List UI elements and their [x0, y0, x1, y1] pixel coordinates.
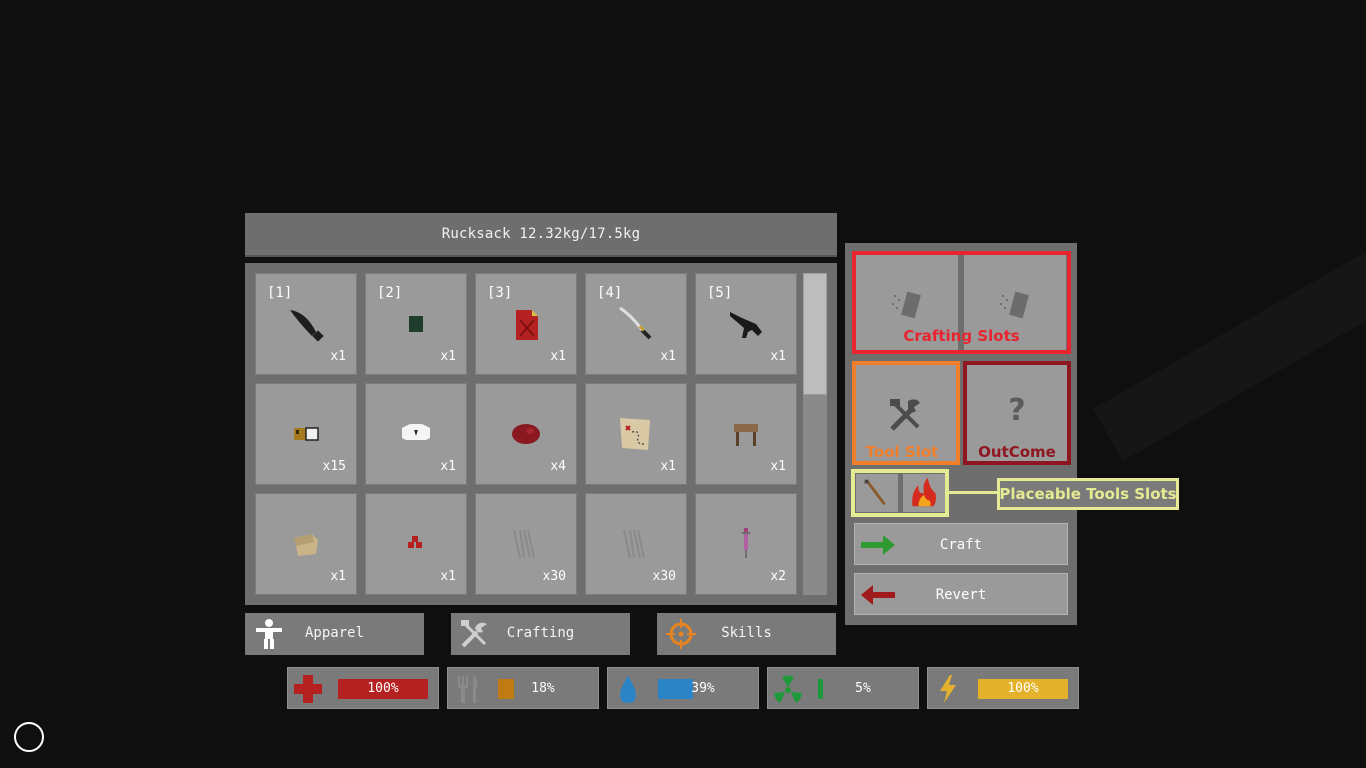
health-value: 100%: [367, 681, 399, 696]
radiation-icon: [774, 675, 802, 703]
rifle-icon: [730, 312, 762, 338]
lightning-icon: [940, 675, 956, 703]
inventory-slot[interactable]: x4: [475, 383, 577, 485]
inventory-slot[interactable]: x1: [695, 383, 797, 485]
tab-skills[interactable]: Skills: [657, 613, 836, 655]
stat-health: 100%: [287, 667, 439, 709]
tab-apparel[interactable]: Apparel: [245, 613, 424, 655]
inventory-slot[interactable]: x30: [475, 493, 577, 595]
cursor-circle-icon: [14, 722, 44, 752]
tool-slot-annotation: Tool Slot: [865, 443, 939, 461]
craft-label: Craft: [939, 537, 983, 553]
slot-quantity: x15: [322, 459, 346, 474]
inventory-slot[interactable]: [1] x1: [255, 273, 357, 375]
sticks-icon: [623, 529, 645, 559]
slot-quantity: x1: [330, 349, 346, 364]
ammo-box-icon: [294, 427, 319, 441]
stat-radiation: 5%: [767, 667, 919, 709]
placeable-annotation: Placeable Tools Slots: [999, 485, 1177, 503]
machete-icon: [290, 310, 324, 342]
cloth-scrap-icon: [294, 534, 318, 556]
slot-quantity: x1: [440, 349, 456, 364]
slot-hotkey: [5]: [707, 285, 733, 301]
slot-quantity: x2: [770, 569, 786, 584]
katana-icon: [619, 306, 652, 340]
inventory-slot[interactable]: x1: [365, 383, 467, 485]
inventory-slot[interactable]: [4] x1: [585, 273, 687, 375]
slot-quantity: x1: [660, 459, 676, 474]
tab-skills-label: Skills: [721, 625, 772, 641]
inventory-slot[interactable]: [3] x1: [475, 273, 577, 375]
slot-quantity: x1: [660, 349, 676, 364]
scrollbar-thumb[interactable]: [803, 273, 827, 395]
radiation-value: 5%: [855, 681, 871, 696]
fork-knife-icon: [458, 676, 478, 703]
outcome-annotation: OutCome: [978, 443, 1056, 461]
slot-quantity: x30: [542, 569, 566, 584]
treasure-map-icon: [620, 418, 650, 450]
inventory-slot[interactable]: x1: [255, 493, 357, 595]
slot-quantity: x1: [770, 349, 786, 364]
inventory-title: Rucksack 12.32kg/17.5kg: [441, 226, 641, 242]
tab-crafting[interactable]: Crafting: [451, 613, 630, 655]
background-shadow: [1093, 199, 1366, 461]
inventory-slot[interactable]: x1: [365, 493, 467, 595]
red-map-icon: [516, 310, 538, 340]
crafting-slots-annotation: Crafting Slots: [903, 327, 1020, 345]
revert-label: Revert: [935, 587, 987, 603]
inventory-title-bar: Rucksack 12.32kg/17.5kg: [245, 213, 837, 257]
inventory-slot[interactable]: [5] x1: [695, 273, 797, 375]
slot-hotkey: [4]: [597, 285, 623, 301]
stat-energy: 100%: [927, 667, 1079, 709]
health-cross-icon: [294, 675, 322, 703]
slot-quantity: x30: [652, 569, 676, 584]
syringe-icon: [742, 528, 750, 558]
tab-crafting-label: Crafting: [506, 625, 575, 641]
wooden-stool-icon: [734, 424, 758, 446]
placeable-slots-highlight: [851, 469, 949, 517]
slot-hotkey: [3]: [487, 285, 513, 301]
inventory-slot[interactable]: x2: [695, 493, 797, 595]
slot-quantity: x1: [440, 569, 456, 584]
water-value: 39%: [691, 681, 715, 696]
slot-quantity: x1: [550, 349, 566, 364]
slot-quantity: x1: [330, 569, 346, 584]
inventory-slot[interactable]: x1: [585, 383, 687, 485]
slot-quantity: x1: [770, 459, 786, 474]
stat-water: 39%: [607, 667, 759, 709]
slot-hotkey: [1]: [267, 285, 293, 301]
tab-apparel-label: Apparel: [304, 625, 364, 641]
craft-button[interactable]: Craft: [854, 523, 1068, 565]
revert-button[interactable]: Revert: [854, 573, 1068, 615]
slot-quantity: x4: [550, 459, 566, 474]
raw-meat-icon: [512, 424, 540, 444]
inventory-slot[interactable]: [2] x1: [365, 273, 467, 375]
red-berries-icon: [408, 536, 422, 548]
white-shirt-icon: [402, 424, 430, 440]
water-drop-icon: [620, 676, 636, 703]
inventory-scrollbar[interactable]: [803, 273, 827, 595]
food-value: 18%: [531, 681, 555, 696]
slot-quantity: x1: [440, 459, 456, 474]
inventory-slot[interactable]: x30: [585, 493, 687, 595]
inventory-slot[interactable]: x15: [255, 383, 357, 485]
sticks-icon: [513, 529, 535, 559]
slot-hotkey: [2]: [377, 285, 403, 301]
placeable-annotation-line: [949, 491, 997, 494]
stat-food: 18%: [447, 667, 599, 709]
energy-value: 100%: [1007, 681, 1039, 696]
dark-green-box-icon: [409, 316, 423, 332]
